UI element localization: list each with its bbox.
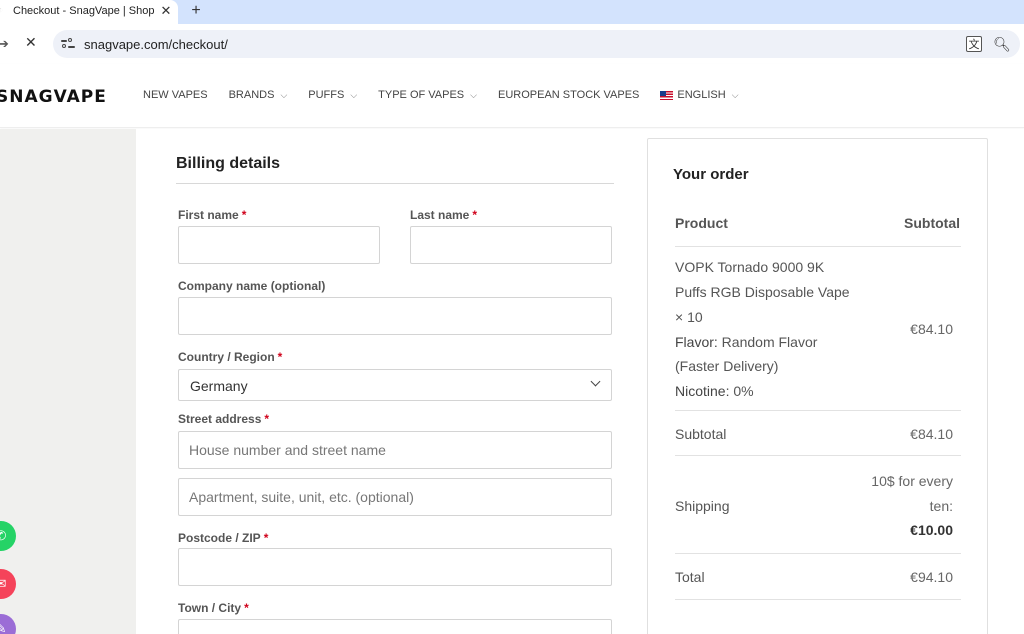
last-name-input[interactable] xyxy=(410,226,612,264)
new-tab-button[interactable]: + xyxy=(186,1,206,21)
chevron-down-icon: ⌵ xyxy=(350,89,358,100)
browser-tabstrip: ◐ Checkout - SnagVape | Shop ✕ + xyxy=(0,0,1024,24)
flavor-key: Flavor: xyxy=(675,334,718,350)
browser-tab-checkout[interactable]: ◐ Checkout - SnagVape | Shop ✕ xyxy=(0,0,178,24)
required-marker: * xyxy=(277,350,283,364)
label-text: Street address xyxy=(178,412,262,426)
chevron-down-icon: ⌵ xyxy=(280,89,288,100)
browser-toolbar: ➔ ✕ snagvape.com/checkout/ 文 🔍︎ xyxy=(0,24,1024,64)
chevron-down-icon xyxy=(590,378,602,390)
nav-european-stock-vapes[interactable]: EUROPEAN STOCK VAPES xyxy=(498,89,639,101)
shipping-value: €10.00 xyxy=(910,522,953,538)
country-label: Country / Region * xyxy=(178,350,282,364)
country-select[interactable]: Germany xyxy=(178,369,612,401)
required-marker: * xyxy=(264,412,270,426)
subtotal-value: €84.10 xyxy=(910,426,953,442)
chevron-down-icon: ⌵ xyxy=(470,89,477,100)
forward-arrow-icon[interactable]: ➔ xyxy=(0,36,9,52)
nav-puffs[interactable]: PUFFS ⌵ xyxy=(308,89,357,101)
billing-title: Billing details xyxy=(176,155,281,172)
divider xyxy=(176,183,614,184)
label-text: First name xyxy=(178,208,239,222)
divider xyxy=(675,553,961,554)
nav-label: EUROPEAN STOCK VAPES xyxy=(497,89,640,101)
required-marker: * xyxy=(241,208,247,222)
first-name-label: First name * xyxy=(178,208,246,222)
column-subtotal: Subtotal xyxy=(904,215,960,231)
zoom-icon[interactable]: 🔍︎ xyxy=(993,35,1011,53)
product-nicotine: Nicotine: 0% xyxy=(675,383,754,399)
checkout-page: Billing details First name * Last name * C… xyxy=(0,129,1024,634)
postcode-label: Postcode / ZIP * xyxy=(178,531,268,545)
flavor-value: Random Flavor xyxy=(717,334,818,350)
nav-brands[interactable]: BRANDS ⌵ xyxy=(229,89,288,101)
product-flavor: Flavor: Random Flavor xyxy=(675,334,817,350)
street-input[interactable] xyxy=(178,431,612,469)
stop-loading-icon[interactable]: ✕ xyxy=(25,34,37,51)
tab-title: Checkout - SnagVape | Shop xyxy=(13,5,155,17)
town-label: Town / City * xyxy=(178,601,249,615)
divider xyxy=(675,455,961,456)
chevron-down-icon: ⌵ xyxy=(731,89,739,100)
label-text: Postcode / ZIP xyxy=(178,531,261,545)
product-name-line: Puffs RGB Disposable Vape xyxy=(675,284,850,300)
postcode-input[interactable] xyxy=(178,548,612,586)
site-header: SNAGVAPE NEW VAPES BRANDS ⌵ PUFFS ⌵ TYPE O… xyxy=(0,64,1024,128)
first-name-input[interactable] xyxy=(178,226,380,264)
required-marker: * xyxy=(244,601,249,615)
url-text[interactable]: snagvape.com/checkout/ xyxy=(84,37,228,52)
address-bar[interactable]: snagvape.com/checkout/ 文 🔍︎ xyxy=(53,30,1020,58)
main-nav: NEW VAPES BRANDS ⌵ PUFFS ⌵ TYPE OF VAPES ⌵ … xyxy=(143,89,760,101)
site-settings-icon[interactable] xyxy=(61,37,75,51)
nav-label: BRANDS xyxy=(228,89,275,101)
shipping-rule-line: ten: xyxy=(929,498,953,514)
nav-language[interactable]: ENGLISH ⌵ xyxy=(660,89,739,101)
nav-type-of-vapes[interactable]: TYPE OF VAPES ⌵ xyxy=(378,89,477,101)
shipping-rule-line: 10$ for every xyxy=(871,473,953,489)
apartment-input[interactable] xyxy=(178,478,612,516)
column-product: Product xyxy=(675,215,728,231)
company-label: Company name (optional) xyxy=(178,279,326,293)
product-flavor-detail: (Faster Delivery) xyxy=(675,358,779,374)
translate-icon[interactable]: 文 xyxy=(966,36,982,52)
close-icon[interactable]: ✕ xyxy=(158,3,174,19)
total-value: €94.10 xyxy=(910,569,953,585)
order-title: Your order xyxy=(673,166,749,183)
product-name-line: VOPK Tornado 9000 9K xyxy=(675,259,825,275)
subtotal-label: Subtotal xyxy=(675,426,727,442)
order-summary: Your order Product Subtotal VOPK Tornado… xyxy=(647,138,988,634)
last-name-label: Last name * xyxy=(410,208,477,222)
required-marker: * xyxy=(263,531,269,545)
chat-icon: ✎ xyxy=(0,621,7,634)
total-label: Total xyxy=(675,569,705,585)
label-text: Last name xyxy=(410,208,470,222)
left-gutter xyxy=(0,129,136,634)
label-text: Town / City xyxy=(178,601,242,615)
site-logo[interactable]: SNAGVAPE xyxy=(0,87,107,107)
divider xyxy=(675,599,961,600)
globe-icon: ◐ xyxy=(0,5,4,16)
us-flag-icon xyxy=(660,90,674,100)
street-label: Street address * xyxy=(178,412,269,426)
whatsapp-icon: ✆ xyxy=(0,528,7,543)
product-price: €84.10 xyxy=(910,321,953,337)
nicotine-key: Nicotine: xyxy=(675,383,730,399)
divider xyxy=(675,246,961,247)
nav-label: PUFFS xyxy=(308,89,345,101)
divider xyxy=(675,410,961,411)
nav-label: NEW VAPES xyxy=(143,89,208,101)
nav-label: ENGLISH xyxy=(677,89,726,101)
nicotine-value: 0% xyxy=(729,383,754,399)
company-input[interactable] xyxy=(178,297,612,335)
label-text: Country / Region xyxy=(178,350,275,364)
town-input[interactable] xyxy=(178,619,612,634)
nav-label: TYPE OF VAPES xyxy=(378,89,465,101)
mail-icon: ✉ xyxy=(0,576,7,591)
product-quantity: × 10 xyxy=(675,309,703,325)
country-value: Germany xyxy=(190,378,248,394)
shipping-label: Shipping xyxy=(675,498,730,514)
required-marker: * xyxy=(472,208,478,222)
nav-new-vapes[interactable]: NEW VAPES xyxy=(143,89,208,101)
